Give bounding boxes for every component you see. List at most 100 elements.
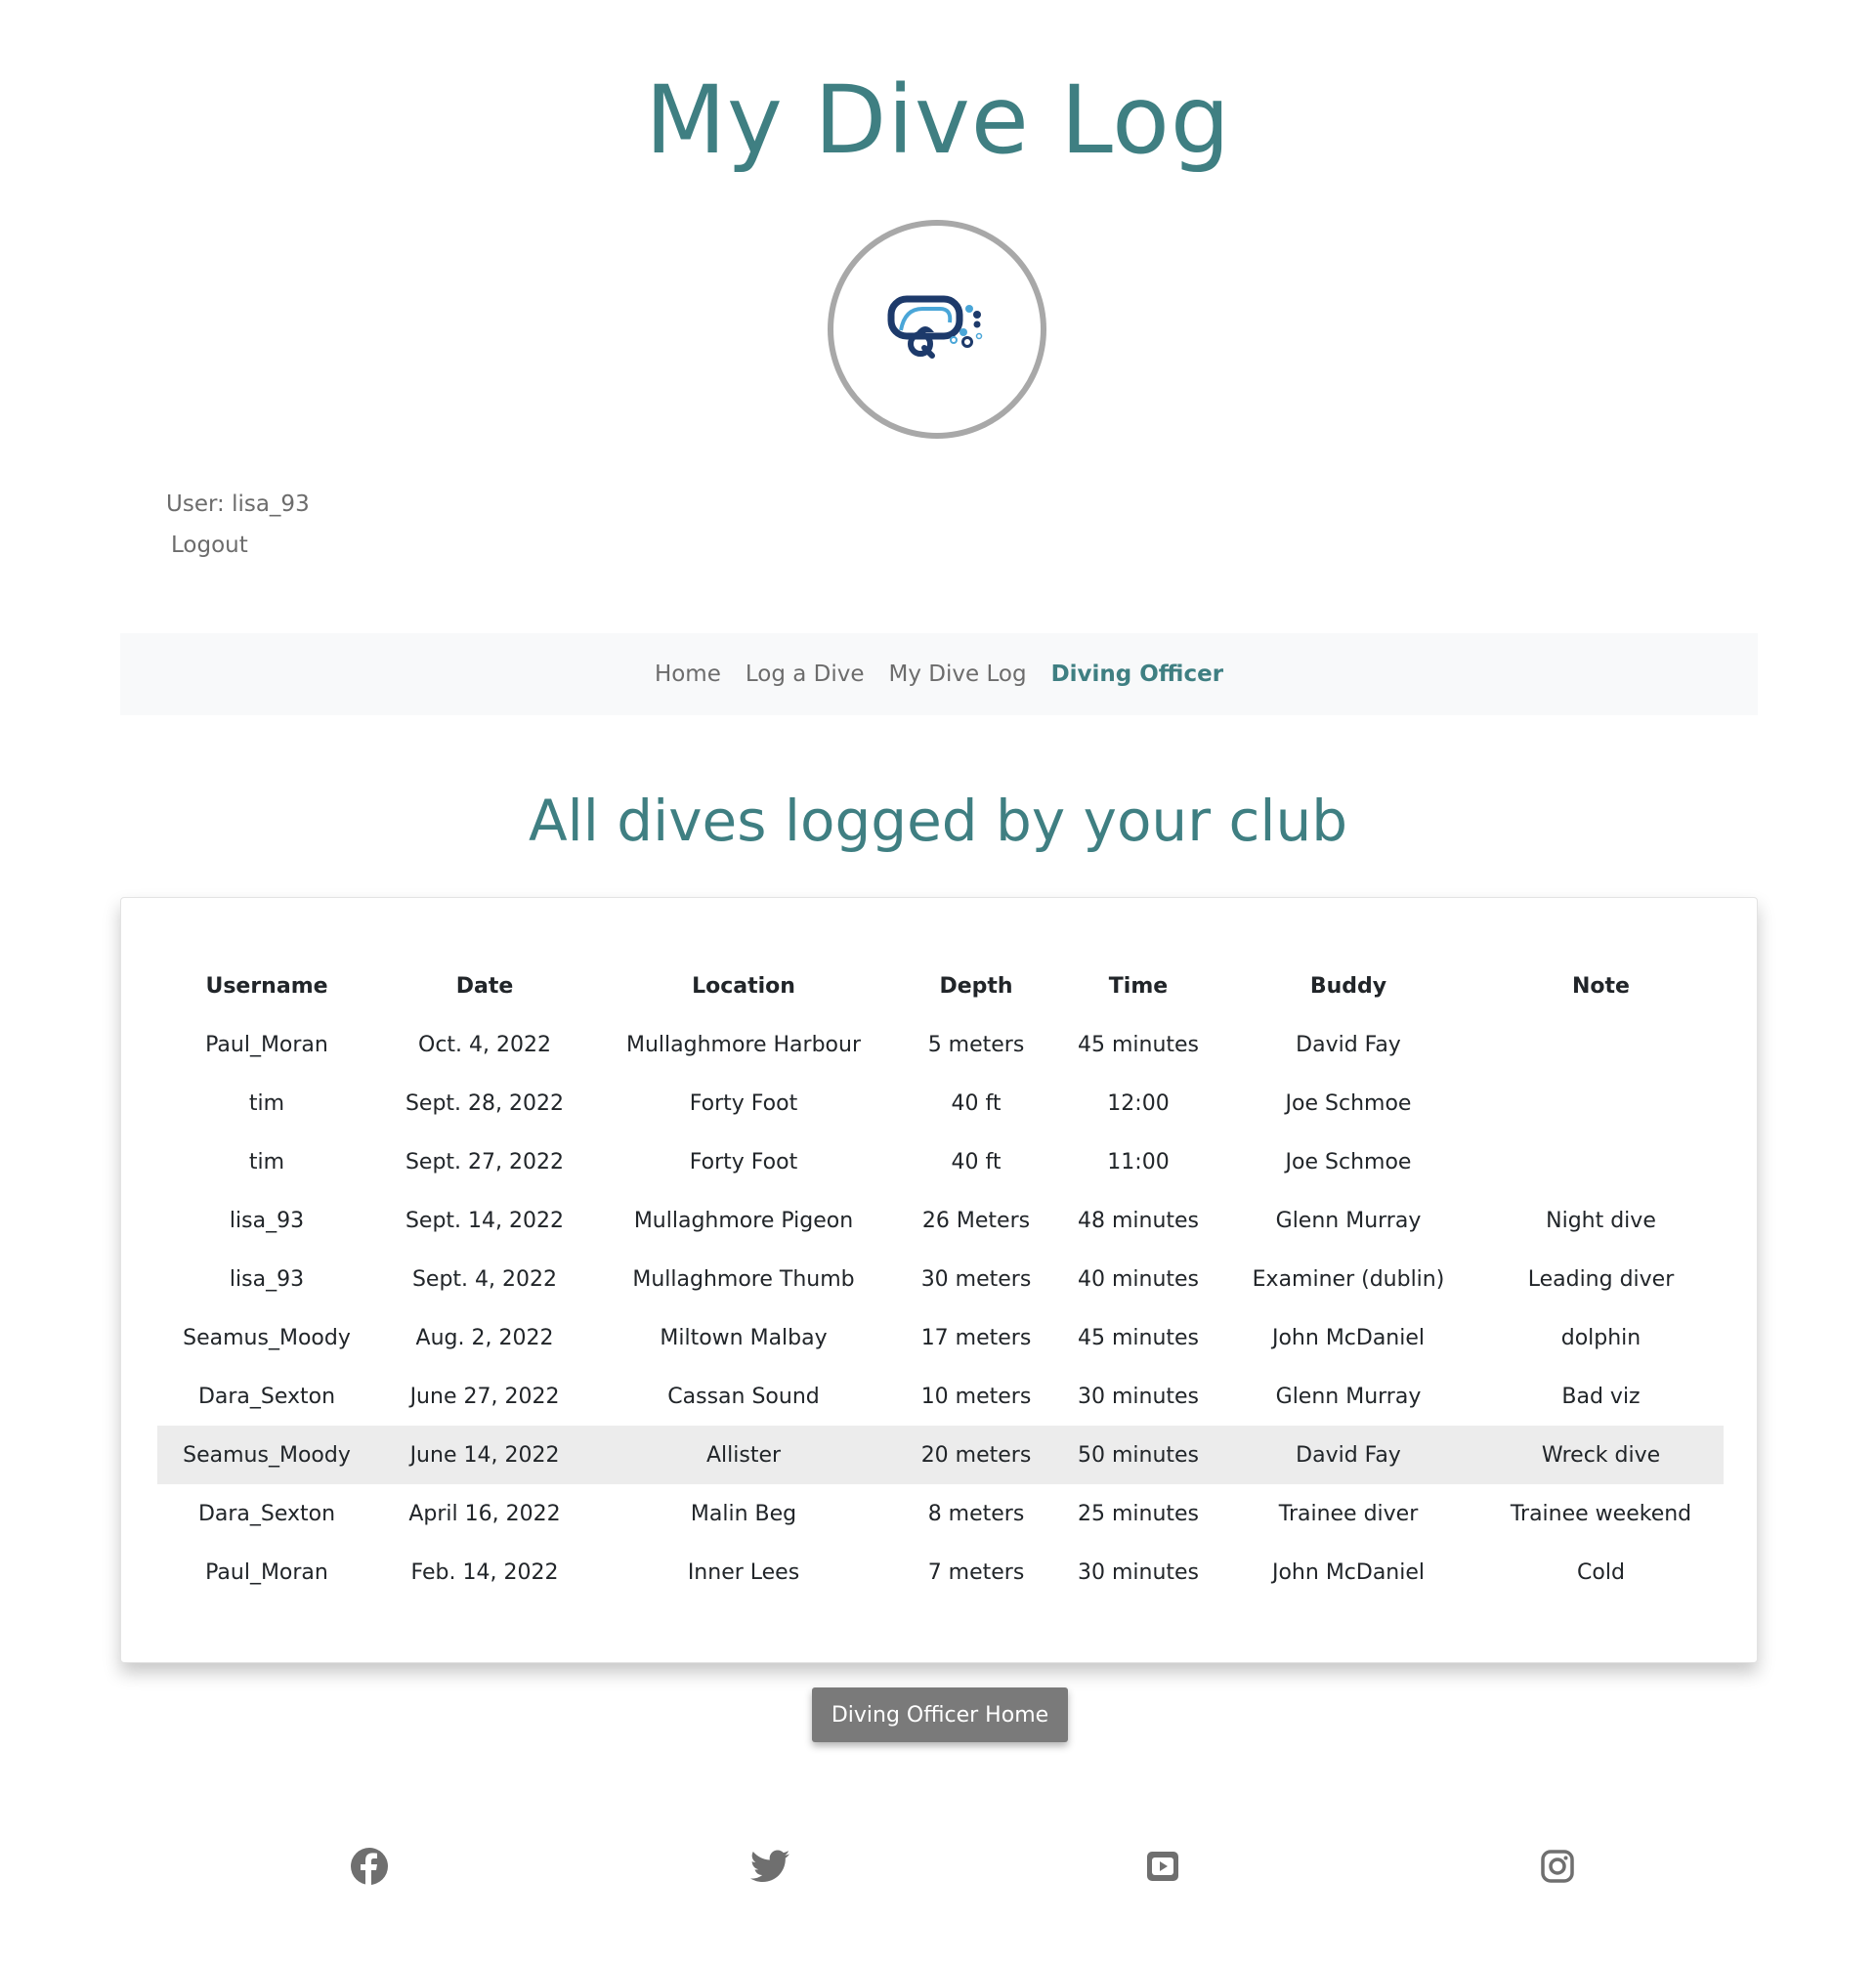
- youtube-icon[interactable]: [1141, 1845, 1184, 1888]
- cell-buddy: Glenn Murray: [1275, 1384, 1422, 1409]
- cell-date: Sept. 4, 2022: [411, 1266, 558, 1292]
- table-row: tim Sept. 27, 2022 Forty Foot 40 ft 11:0…: [157, 1132, 1724, 1191]
- column-header-note: Note: [1572, 973, 1630, 999]
- cell-location: Forty Foot: [689, 1090, 798, 1116]
- table-row: lisa_93 Sept. 14, 2022 Mullaghmore Pigeo…: [157, 1191, 1724, 1250]
- cell-buddy: Joe Schmoe: [1285, 1090, 1412, 1116]
- cell-depth: 30 meters: [920, 1266, 1032, 1292]
- table-row: tim Sept. 28, 2022 Forty Foot 40 ft 12:0…: [157, 1074, 1724, 1132]
- main-nav: Home Log a Dive My Dive Log Diving Offic…: [120, 633, 1758, 715]
- cell-buddy: Trainee diver: [1278, 1501, 1419, 1526]
- nav-home[interactable]: Home: [655, 658, 721, 691]
- cell-note: Wreck dive: [1478, 1426, 1724, 1484]
- cell-location: Inner Lees: [687, 1559, 800, 1585]
- cell-username: Dara_Sexton: [197, 1384, 336, 1409]
- cell-buddy: David Fay: [1296, 1032, 1401, 1057]
- cell-note: [1478, 1074, 1724, 1132]
- table-header-row: Username Date Location Depth Time Buddy …: [157, 957, 1724, 1015]
- nav-log-a-dive[interactable]: Log a Dive: [746, 658, 865, 691]
- cell-depth: 5 meters: [927, 1032, 1025, 1057]
- cell-location: Allister: [593, 1426, 894, 1484]
- cell-username: tim: [248, 1149, 285, 1174]
- cell-depth: 20 meters: [894, 1426, 1058, 1484]
- column-header-time: Time: [1108, 973, 1169, 999]
- cell-time: 30 minutes: [1077, 1559, 1200, 1585]
- cell-date: April 16, 2022: [408, 1501, 561, 1526]
- diving-officer-home-button[interactable]: Diving Officer Home: [812, 1687, 1068, 1742]
- site-logo: [828, 220, 1046, 439]
- cell-note: dolphin: [1560, 1325, 1642, 1350]
- cell-depth: 40 ft: [951, 1090, 1002, 1116]
- twitter-icon[interactable]: [748, 1845, 791, 1888]
- cell-time: 25 minutes: [1077, 1501, 1200, 1526]
- page-heading: All dives logged by your club: [528, 788, 1348, 854]
- column-header-username: Username: [205, 973, 328, 999]
- cell-location: Mullaghmore Pigeon: [633, 1208, 854, 1233]
- cell-depth: 26 Meters: [921, 1208, 1031, 1233]
- cell-time: 45 minutes: [1077, 1032, 1200, 1057]
- cell-time: 12:00: [1107, 1090, 1170, 1116]
- instagram-icon[interactable]: [1536, 1845, 1579, 1888]
- cell-location: Mullaghmore Harbour: [625, 1032, 861, 1057]
- cell-depth: 17 meters: [920, 1325, 1032, 1350]
- cell-buddy: Joe Schmoe: [1285, 1149, 1412, 1174]
- cell-buddy: Examiner (dublin): [1252, 1266, 1445, 1292]
- cell-note: [1478, 1132, 1724, 1191]
- table-row: Seamus_Moody Aug. 2, 2022 Miltown Malbay…: [157, 1308, 1724, 1367]
- table-row-highlighted: Seamus_Moody June 14, 2022 Allister 20 m…: [157, 1426, 1724, 1484]
- dives-table: Username Date Location Depth Time Buddy …: [157, 957, 1724, 1601]
- column-header-location: Location: [692, 973, 795, 999]
- cell-date: June 14, 2022: [376, 1426, 593, 1484]
- cell-buddy: John McDaniel: [1271, 1325, 1426, 1350]
- cell-note: Trainee weekend: [1510, 1501, 1692, 1526]
- cell-username: lisa_93: [229, 1208, 305, 1233]
- cell-location: Mullaghmore Thumb: [632, 1266, 855, 1292]
- cell-location: Cassan Sound: [667, 1384, 820, 1409]
- username-label: User: lisa_93: [166, 491, 310, 517]
- table-row: Dara_Sexton June 27, 2022 Cassan Sound 1…: [157, 1367, 1724, 1426]
- cell-username: Seamus_Moody: [157, 1426, 376, 1484]
- logout-link[interactable]: Logout: [171, 525, 310, 566]
- column-header-buddy: Buddy: [1309, 973, 1387, 999]
- table-row: Dara_Sexton April 16, 2022 Malin Beg 8 m…: [157, 1484, 1724, 1543]
- user-info: User: lisa_93 Logout: [166, 484, 310, 566]
- cell-location: Forty Foot: [689, 1149, 798, 1174]
- dives-card: Username Date Location Depth Time Buddy …: [120, 897, 1758, 1663]
- cell-time: 40 minutes: [1077, 1266, 1200, 1292]
- cell-date: Aug. 2, 2022: [415, 1325, 554, 1350]
- cell-depth: 10 meters: [920, 1384, 1032, 1409]
- cell-username: Seamus_Moody: [183, 1325, 351, 1350]
- cell-username: Paul_Moran: [205, 1032, 328, 1057]
- nav-my-dive-log[interactable]: My Dive Log: [889, 658, 1027, 691]
- cell-note: Cold: [1577, 1559, 1625, 1585]
- cell-location: Miltown Malbay: [660, 1325, 828, 1350]
- cell-username: tim: [248, 1090, 285, 1116]
- cell-note: Night dive: [1546, 1208, 1656, 1233]
- cell-username: Paul_Moran: [205, 1559, 328, 1585]
- site-title: My Dive Log: [645, 65, 1231, 175]
- cell-buddy: Glenn Murray: [1275, 1208, 1422, 1233]
- cell-username: lisa_93: [229, 1266, 305, 1292]
- diving-mask-icon: [883, 293, 991, 365]
- cell-time: 11:00: [1107, 1149, 1170, 1174]
- cell-date: Sept. 27, 2022: [405, 1149, 565, 1174]
- cell-date: Oct. 4, 2022: [418, 1032, 551, 1057]
- cell-note: [1478, 1015, 1724, 1074]
- cell-buddy: John McDaniel: [1271, 1559, 1426, 1585]
- nav-diving-officer[interactable]: Diving Officer: [1051, 658, 1223, 691]
- cell-date: June 27, 2022: [409, 1384, 560, 1409]
- cell-depth: 7 meters: [927, 1559, 1025, 1585]
- cell-location: Malin Beg: [690, 1501, 797, 1526]
- column-header-depth: Depth: [939, 973, 1013, 999]
- cell-date: Sept. 28, 2022: [405, 1090, 565, 1116]
- table-row: lisa_93 Sept. 4, 2022 Mullaghmore Thumb …: [157, 1250, 1724, 1308]
- cell-note: Bad viz: [1561, 1384, 1641, 1409]
- cell-depth: 8 meters: [927, 1501, 1025, 1526]
- cell-buddy: David Fay: [1218, 1426, 1478, 1484]
- cell-date: Sept. 14, 2022: [405, 1208, 565, 1233]
- cell-date: Feb. 14, 2022: [410, 1559, 559, 1585]
- facebook-icon[interactable]: [348, 1845, 391, 1888]
- cell-username: Dara_Sexton: [197, 1501, 336, 1526]
- table-row: Paul_Moran Oct. 4, 2022 Mullaghmore Harb…: [157, 1015, 1724, 1074]
- cell-time: 48 minutes: [1077, 1208, 1200, 1233]
